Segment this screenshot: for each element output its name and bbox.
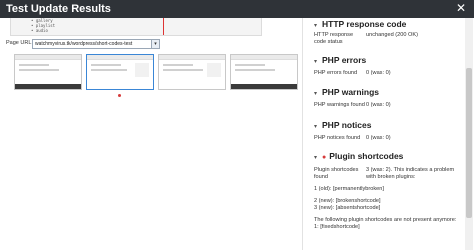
toggle-icon: ▾ [314, 91, 318, 97]
screenshot-thumbnails [14, 54, 298, 90]
php-warnings-label: PHP warnings found [314, 102, 365, 108]
section-http-heading[interactable]: ▾ HTTP response code [314, 19, 406, 29]
missing-shortcode-item: 1: [fixedshortcode] [314, 224, 360, 230]
code-marker [163, 18, 164, 35]
title-bar: Test Update Results ✕ [0, 0, 474, 18]
toggle-icon: ▾ [314, 155, 318, 161]
http-label: HTTP response code status [314, 32, 354, 45]
screenshot-thumbnail[interactable] [14, 54, 82, 90]
shortcode-old-item: 1 (old): [permanentlybroken] [314, 186, 384, 192]
scrollbar[interactable] [465, 18, 473, 250]
toggle-icon: ▾ [314, 59, 318, 65]
page-url-label: Page URL [6, 40, 32, 46]
preview-pane: • gallery • playlist • audio Page URL wa… [0, 18, 302, 250]
php-warnings-value: 0 (was: 0) [366, 102, 391, 108]
screenshot-thumbnail[interactable] [230, 54, 298, 90]
page-url-value: watchmyvirus.tk/wordpress/short-codes-te… [35, 41, 133, 47]
results-pane: ▾ HTTP response code HTTP response code s… [308, 18, 464, 250]
shortcodes-label: Plugin shortcodes found [314, 167, 359, 180]
chevron-down-icon: ▾ [151, 40, 159, 48]
section-php-notices-heading[interactable]: ▾ PHP notices [314, 120, 371, 130]
selected-indicator-icon [118, 94, 121, 97]
section-shortcodes-heading[interactable]: ▾ ● Plugin shortcodes [314, 151, 403, 161]
code-line: • audio [31, 28, 48, 33]
php-errors-label: PHP errors found [314, 70, 358, 76]
alert-bullet-icon: ● [322, 154, 327, 161]
php-notices-label: PHP notices found [314, 135, 361, 141]
screenshot-thumbnail[interactable] [158, 54, 226, 90]
section-php-warnings-heading[interactable]: ▾ PHP warnings [314, 87, 379, 97]
http-value: unchanged (200 OK) [366, 32, 418, 38]
shortcodes-value: 3 (was: 2). This indicates a problem wit… [366, 167, 455, 180]
code-preview: • gallery • playlist • audio [10, 18, 262, 36]
toggle-icon: ▾ [314, 124, 318, 130]
window-title: Test Update Results [6, 3, 111, 15]
php-notices-value: 0 (was: 0) [366, 135, 391, 141]
screenshot-thumbnail-selected[interactable] [86, 54, 154, 90]
scrollbar-thumb[interactable] [466, 68, 472, 218]
page-url-select[interactable]: watchmyvirus.tk/wordpress/short-codes-te… [32, 39, 160, 49]
section-php-errors-heading[interactable]: ▾ PHP errors [314, 55, 366, 65]
php-errors-value: 0 (was: 0) [366, 70, 391, 76]
shortcode-new-item: 2 (new): [brokenshortcode] [314, 198, 381, 204]
shortcode-new-item: 3 (new): [absentshortcode] [314, 205, 381, 211]
pane-divider [302, 18, 303, 250]
toggle-icon: ▾ [314, 23, 318, 29]
missing-shortcodes-intro: The following plugin shortcodes are not … [314, 217, 457, 223]
close-icon[interactable]: ✕ [454, 1, 468, 15]
